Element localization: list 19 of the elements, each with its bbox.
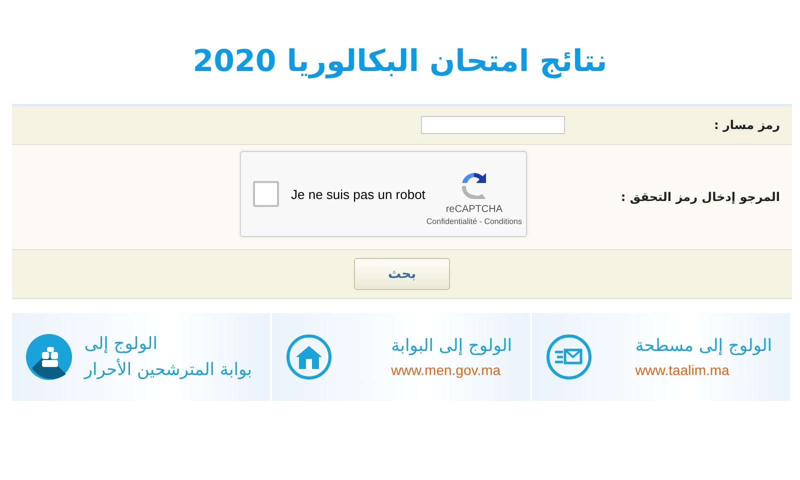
- url-text: www.men.gov.ma: [391, 362, 501, 378]
- url-text: www.taalim.ma: [635, 362, 730, 378]
- page-title: نتائج امتحان البكالوريا 2020: [192, 43, 608, 81]
- banner-heading: الولوج إلى مسطحة: [635, 336, 772, 356]
- portal-banner[interactable]: الولوج إلى بوابة المترشحين الأحرار: [12, 313, 272, 401]
- mail-icon: [546, 334, 592, 380]
- banner-heading: الولوج إلى: [84, 334, 158, 354]
- house-icon: [286, 334, 332, 380]
- checkbox[interactable]: [253, 181, 279, 207]
- recaptcha-brand: reCAPTCHA: [446, 204, 503, 215]
- captcha-label: Je ne suis pas un robot: [291, 186, 426, 202]
- field-label: رمز مسار :: [714, 118, 780, 132]
- input-field[interactable]: [421, 116, 565, 134]
- field-label: المرجو إدخال رمز التحقق :: [620, 190, 780, 204]
- people-icon: [26, 334, 72, 380]
- search-button[interactable]: بحث: [354, 258, 450, 290]
- banner-heading: الولوج إلى البوابة: [391, 336, 512, 356]
- banner-heading: بوابة المترشحين الأحرار: [84, 360, 252, 380]
- privacy-terms-links[interactable]: Confidentialité - Conditions: [426, 217, 522, 226]
